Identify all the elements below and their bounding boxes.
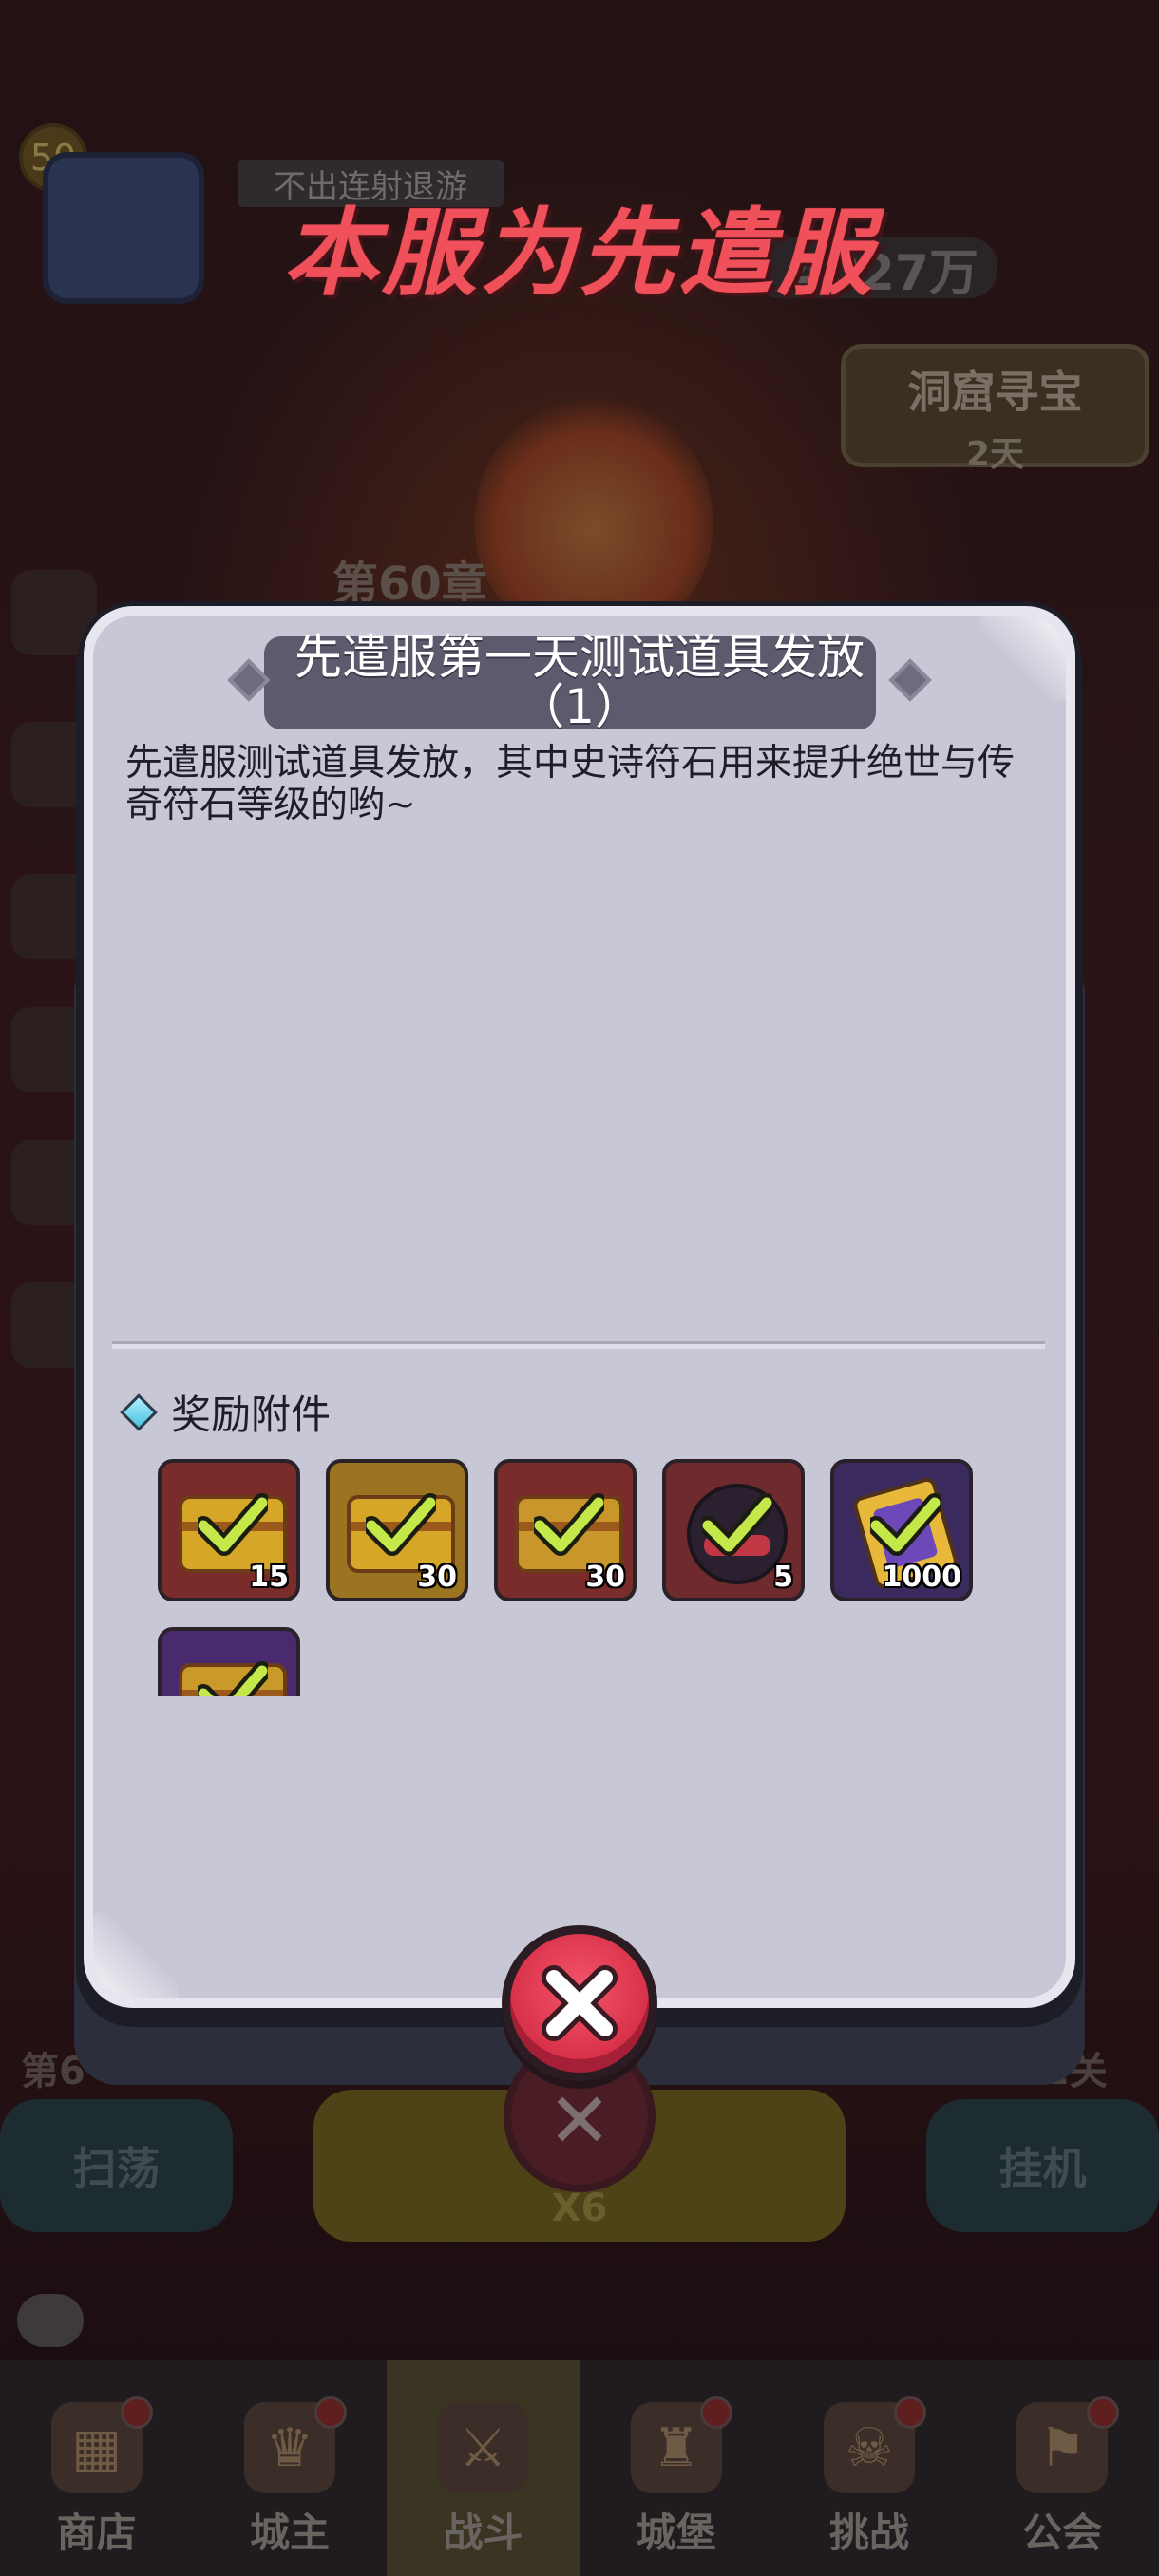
bottom-tab-bar: ▦ 商店 ♛ 城主 ⚔ 战斗 ♜ 城堡 ☠ 挑战 ⚑ 公会 [0,2360,1159,2576]
tab-label: 城堡 [636,2510,716,2556]
chat-icon[interactable] [17,2294,84,2347]
reward-item-purple-chest[interactable] [158,1627,300,1696]
mail-title-line1: 先遣服第一天测试道具发放 [294,630,864,685]
check-icon [198,1661,268,1696]
notification-dot [893,2396,926,2429]
reward-heading-label: 奖励附件 [171,1392,332,1438]
swords-icon: ⚔ [437,2402,529,2493]
reward-item-red-chest-2[interactable]: 30 [494,1459,636,1601]
tab-label: 商店 [56,2510,137,2556]
check-icon [198,1493,268,1556]
mail-dialog: 先遣服第一天测试道具发放 （1） 先遣服测试道具发放，其中史诗符石用来提升绝世与… [84,606,1075,2008]
chapter-label: 第60章 [332,558,487,611]
check-icon [534,1493,604,1556]
notification-dot [700,2396,733,2429]
reward-quantity: 1000 [882,1561,962,1594]
tab-shop[interactable]: ▦ 商店 [0,2360,193,2576]
tab-label: 挑战 [828,2510,909,2556]
tab-guild[interactable]: ⚑ 公会 [966,2360,1159,2576]
tab-challenge[interactable]: ☠ 挑战 [772,2360,965,2576]
reward-item-red-chest[interactable]: 15 [158,1459,300,1601]
mail-title-line2: （1） [517,679,642,734]
reward-item-ninja[interactable]: 5 [662,1459,805,1601]
reward-quantity: 5 [773,1561,793,1594]
sweep-label: 扫荡 [72,2143,161,2194]
reward-quantity: 15 [249,1561,289,1594]
mail-body: 先遣服测试道具发放，其中史诗符石用来提升绝世与传奇符石等级的哟~ [125,742,1016,826]
divider [112,1341,1045,1349]
reward-list: 15 30 30 5 1000 [158,1459,1013,1696]
check-icon [366,1493,436,1556]
tab-lord[interactable]: ♛ 城主 [193,2360,386,2576]
tab-battle[interactable]: ⚔ 战斗 [386,2360,580,2576]
close-button[interactable] [502,1925,657,2081]
tab-castle[interactable]: ♜ 城堡 [580,2360,772,2576]
check-icon [870,1493,940,1556]
reward-item-gold-chest[interactable]: 30 [326,1459,468,1601]
notification-dot [1086,2396,1119,2429]
gem-icon [120,1392,158,1431]
check-icon [702,1493,772,1556]
tab-label: 城主 [249,2510,330,2556]
tab-label: 战斗 [443,2510,523,2556]
reward-quantity: 30 [585,1561,625,1594]
tab-label: 公会 [1022,2510,1103,2556]
event-cave-treasure: 洞窟寻宝 2天 [841,344,1150,474]
mail-title: 先遣服第一天测试道具发放 （1） [93,633,1066,731]
idle-label: 挂机 [998,2143,1087,2194]
server-banner: 本服为先遣服 [283,198,876,309]
side-icon [11,570,97,655]
reward-quantity: 30 [417,1561,457,1594]
notification-dot [121,2396,154,2429]
mail-dialog-body: 先遣服第一天测试道具发放 （1） 先遣服测试道具发放，其中史诗符石用来提升绝世与… [93,616,1066,1998]
reward-heading: 奖励附件 [120,1383,332,1441]
notification-dot [314,2396,347,2429]
event-title: 洞窟寻宝 [907,367,1083,418]
battle-count: X6 [551,2187,608,2230]
sweep-button[interactable]: 扫荡 [0,2099,233,2232]
event-days: 2天 [965,435,1025,474]
reward-item-rune-card[interactable]: 1000 [830,1459,973,1601]
close-icon: ✕ [547,2076,612,2165]
idle-button[interactable]: 挂机 [926,2099,1159,2232]
corner-decoration [93,1913,179,1998]
close-icon [542,1965,618,2041]
